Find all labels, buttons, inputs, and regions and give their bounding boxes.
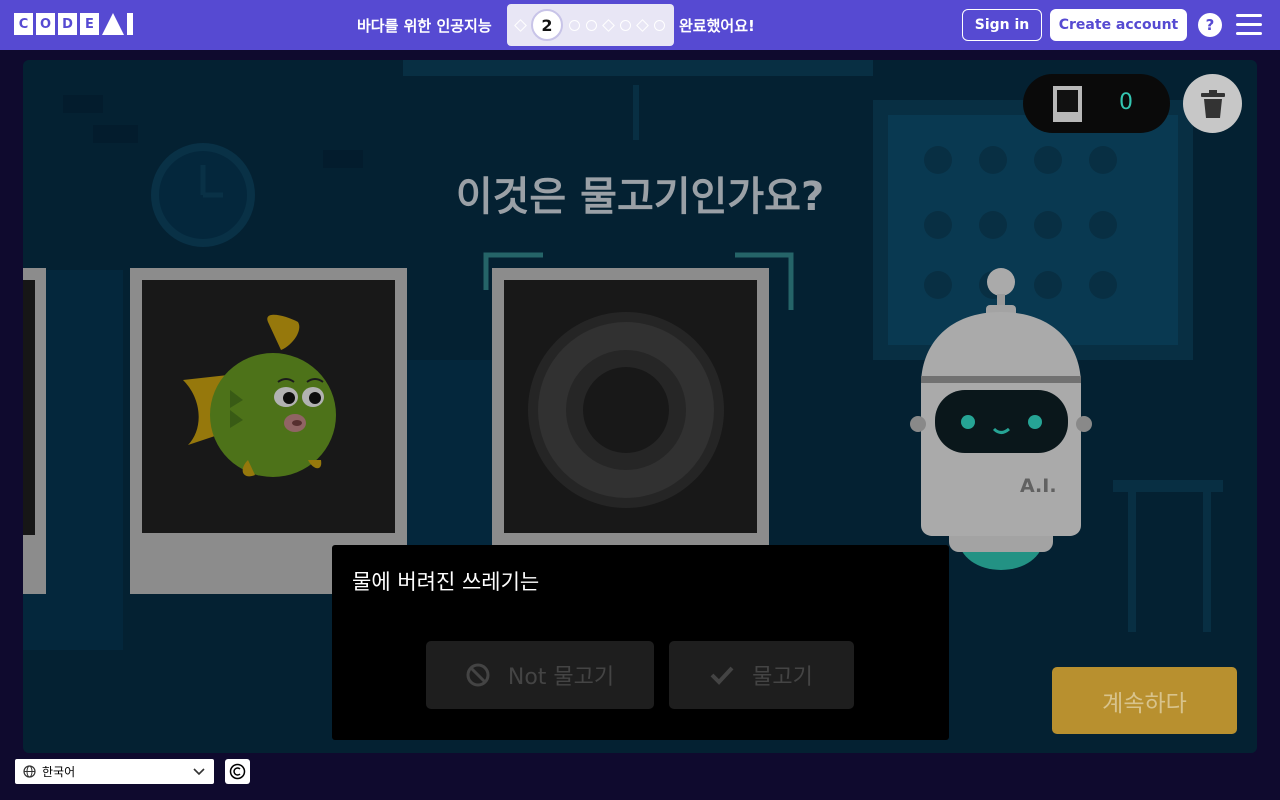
photo-icon [1053, 86, 1082, 122]
continue-button[interactable]: 계속하다 [1052, 667, 1237, 734]
language-value: 한국어 [42, 765, 76, 779]
prohibited-icon [466, 663, 490, 687]
language-select[interactable]: 한국어 [15, 759, 214, 784]
fish-label: 물고기 [752, 665, 813, 690]
progress-step[interactable] [586, 20, 597, 31]
progress-step[interactable] [620, 20, 631, 31]
hamburger-menu-icon[interactable] [1236, 14, 1262, 36]
logo-letter: C [14, 13, 33, 35]
copyright-button[interactable] [225, 759, 250, 784]
not-fish-label: Not 물고기 [507, 665, 615, 690]
completed-text: 완료했어요! [679, 17, 755, 35]
caption-box: 물에 버려진 쓰레기는 Not 물고기 물고기 [332, 545, 949, 740]
progress-step[interactable] [569, 20, 580, 31]
logo-letter: E [80, 13, 99, 35]
checkmark-icon [710, 666, 734, 685]
trash-button[interactable] [1183, 74, 1242, 133]
logo-letter: D [58, 13, 77, 35]
chevron-down-icon [193, 768, 205, 776]
caption-text: 물에 버려진 쓰레기는 [352, 570, 540, 594]
lesson-progress: 2 [507, 4, 674, 46]
collected-counter: 0 [1023, 74, 1170, 133]
progress-step[interactable] [602, 19, 615, 32]
question-title: 이것은 물고기인가요? [455, 174, 825, 220]
progress-step[interactable] [514, 19, 527, 32]
progress-step[interactable] [636, 19, 649, 32]
globe-icon [23, 765, 36, 778]
sign-in-button[interactable]: Sign in [962, 9, 1042, 41]
help-button[interactable]: ? [1198, 13, 1222, 37]
logo-letter: O [36, 13, 55, 35]
code-ai-logo[interactable]: C O D E [14, 13, 133, 35]
lesson-title: 바다를 위한 인공지능 [357, 17, 492, 35]
trash-icon [1200, 89, 1225, 118]
logo-triangle [102, 13, 124, 35]
progress-step[interactable] [654, 20, 665, 31]
progress-current-step[interactable]: 2 [531, 9, 563, 41]
top-bar: C O D E 바다를 위한 인공지능 2 완료했어요! Sign in Cre… [0, 0, 1280, 50]
logo-bar [127, 13, 133, 35]
copyright-icon [229, 763, 246, 780]
game-stage: A.I. 0 이것은 물고기인가요? 물에 버려진 쓰레기는 Not 물고기 물… [23, 60, 1257, 753]
counter-value: 0 [1119, 90, 1133, 115]
not-fish-button[interactable]: Not 물고기 [426, 641, 654, 709]
fish-button[interactable]: 물고기 [669, 641, 854, 709]
create-account-button[interactable]: Create account [1050, 9, 1187, 41]
